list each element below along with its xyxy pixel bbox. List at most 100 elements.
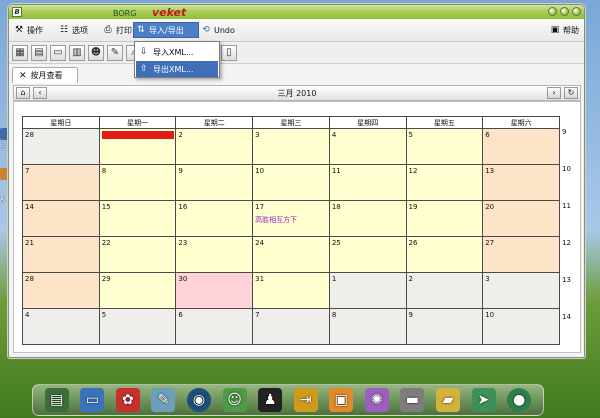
day-cell[interactable]: 27 [482,236,560,273]
day-number: 31 [255,275,265,283]
day-cell[interactable]: 9 [175,164,254,201]
day-cell[interactable]: 25 [328,236,407,273]
close-icon[interactable]: ✕ [19,71,27,81]
today-button[interactable]: ↻ [564,87,578,99]
day-number: 12 [408,167,418,175]
day-cell-with-event[interactable]: 17 高胜相互方下 [252,200,330,237]
contacts-button[interactable]: ☻ [88,45,104,61]
monitor-icon[interactable]: ▭ [80,388,105,412]
export-xml-item[interactable]: ⇧ 导出XML... [136,61,218,77]
week-number: 11 [562,202,571,210]
day-cell[interactable]: 9 [405,308,484,345]
day-number: 9 [408,311,413,319]
media-player-icon[interactable]: ◉ [187,388,212,412]
day-cell[interactable]: 14 [22,200,100,237]
day-cell[interactable]: 15 [98,200,177,237]
folder-icon[interactable]: ▰ [435,388,460,412]
menu-import-export[interactable]: ⇅ 导入/导出 [133,22,199,38]
mascot-icon[interactable]: ✿ [115,388,140,412]
menu-operate[interactable]: ⚒ 操作 [12,22,45,38]
day-cell[interactable]: 19 [405,200,484,237]
day-cell[interactable]: 16 [175,200,254,237]
week-number: 14 [562,313,571,321]
menu-undo[interactable]: ⟲ Undo [199,22,237,38]
palette-icon[interactable]: ✺ [364,388,389,412]
day-number: 4 [331,131,337,139]
webcam-icon[interactable]: ● [507,388,532,412]
day-cell[interactable]: 23 [175,236,254,273]
day-cell[interactable]: 5 [98,308,177,345]
day-cell[interactable]: 7 [252,308,330,345]
day-number: 1 [331,275,337,283]
edit-button[interactable]: ✎ [107,45,123,61]
exit-door-icon[interactable]: ⇥ [293,388,318,412]
day-number: 3 [255,131,260,139]
tab-month-view[interactable]: ✕ 按月查看 [12,67,78,83]
contacts-icon: ☻ [90,47,102,58]
import-xml-item[interactable]: ⇩ 导入XML... [136,44,218,60]
menu-help[interactable]: ▣ 帮助 [548,22,581,38]
day-cell[interactable]: 8 [328,308,407,345]
fish-icon[interactable]: ➤ [471,388,496,412]
day-cell[interactable]: 31 [252,272,330,309]
day-cell[interactable]: 29 [98,272,177,309]
day-cell[interactable]: 2 [175,128,254,165]
day-cell[interactable]: 28 [22,272,100,309]
undo-icon: ⟲ [202,25,210,35]
day-cell[interactable]: 1 [328,272,407,309]
weekday-thu: 星期四 [328,116,407,129]
notepad-icon[interactable]: ✎ [151,388,176,412]
people-icon[interactable]: ☺ [222,388,247,412]
day-cell[interactable]: 10 [252,164,330,201]
menu-options[interactable]: ☷ 选项 [57,22,90,38]
day-cell[interactable]: 7 [22,164,100,201]
day-number: 7 [25,167,30,175]
day-grid-icon: ▭ [53,47,63,58]
hard-drive-icon[interactable]: ▤ [44,388,69,412]
day-number: 9 [178,167,183,175]
day-cell[interactable]: 20 [482,200,560,237]
day-view-button[interactable]: ▭ [50,45,66,61]
penguin-icon[interactable]: ♟ [258,388,283,412]
day-cell[interactable]: 13 [482,164,560,201]
day-cell[interactable]: 4 [328,128,407,165]
day-cell[interactable]: 6 [175,308,254,345]
usb-drive-icon[interactable]: ▬ [400,388,425,412]
day-cell[interactable]: 3 [252,128,330,165]
week-row: 28 1 2 3 4 5 6 [22,128,560,165]
day-cell[interactable]: 28 [22,128,100,165]
day-number: 8 [101,167,107,175]
day-cell[interactable]: 22 [98,236,177,273]
picture-icon[interactable]: ▣ [329,388,354,412]
day-cell[interactable]: 10 [482,308,560,345]
next-month-button[interactable]: › [547,87,561,99]
day-cell[interactable]: 2 [405,272,484,309]
day-cell[interactable]: 3 [482,272,560,309]
day-cell[interactable]: 24 [252,236,330,273]
day-cell-today[interactable]: 1 [98,128,177,165]
menu-undo-label: Undo [214,25,235,35]
day-cell-selected[interactable]: 30 [175,272,254,309]
week-view-button[interactable]: ▤ [31,45,47,61]
day-cell[interactable]: 26 [405,236,484,273]
maximize-button[interactable] [560,7,569,16]
day-cell[interactable]: 18 [328,200,407,237]
trash-button[interactable]: ▯ [221,45,237,61]
menu-help-label: 帮助 [563,25,579,35]
day-cell[interactable]: 5 [405,128,484,165]
minimize-button[interactable] [548,7,557,16]
week-row: 7 8 9 10 11 12 13 [22,164,560,201]
day-cell[interactable]: 6 [482,128,560,165]
day-cell[interactable]: 11 [328,164,407,201]
month-view-button[interactable]: ▦ [12,45,28,61]
day-cell[interactable]: 12 [405,164,484,201]
menu-print[interactable]: ⎙ 打印 [101,22,134,38]
list-view-button[interactable]: ▥ [69,45,85,61]
week-row: 21 22 23 24 25 26 27 [22,236,560,273]
day-cell[interactable]: 21 [22,236,100,273]
week-row: 28 29 30 31 1 2 3 [22,272,560,309]
calendar-event[interactable]: 高胜相互方下 [255,215,327,225]
day-cell[interactable]: 8 [98,164,177,201]
close-button[interactable] [572,7,581,16]
day-cell[interactable]: 4 [22,308,100,345]
